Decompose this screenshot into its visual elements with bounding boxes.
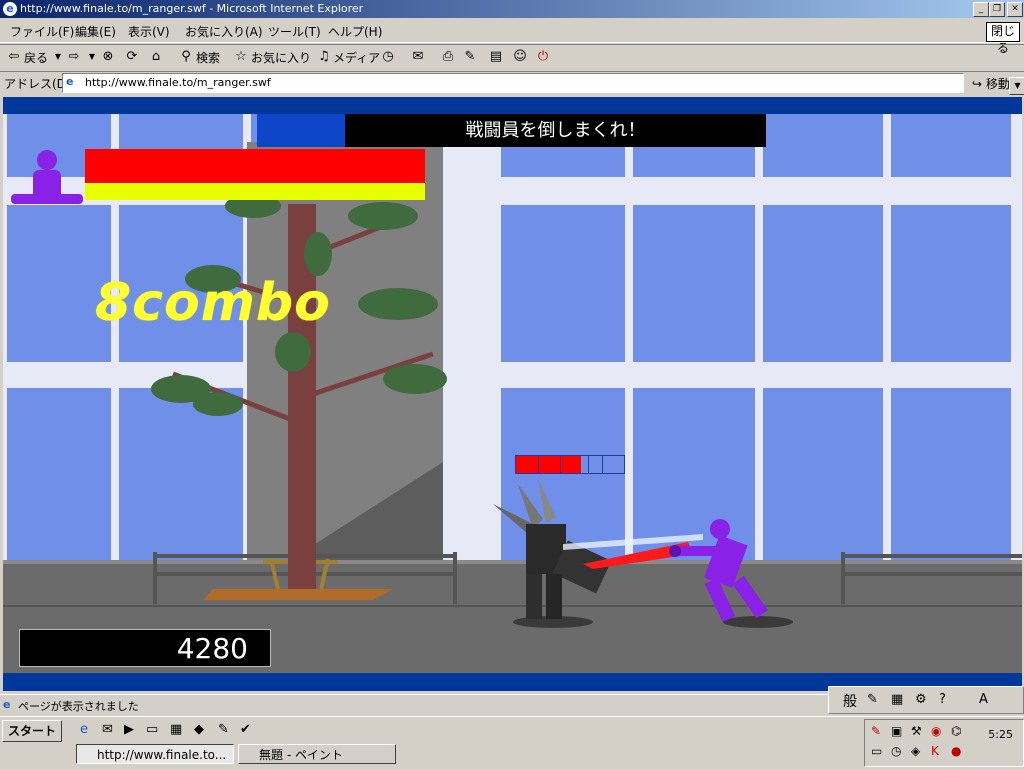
messenger-icon[interactable]: ☺ [512,49,528,65]
menu-file[interactable]: ファイル(F) [10,23,74,40]
address-text: http://www.finale.to/m_ranger.swf [85,76,271,89]
ime-pen-icon[interactable]: ✎ [867,692,878,707]
close-label-button[interactable]: 閉じる [986,22,1020,55]
favorites-button[interactable]: お気に入り [251,49,311,66]
back-arrow-icon: ⇦ [8,49,20,64]
game-area[interactable]: 戦闘員を倒しまくれ！ 8combo 4280 [3,97,1022,691]
power-icon[interactable]: ⏻ [535,49,551,65]
ime-help-icon[interactable]: ? [939,692,946,707]
tray-k-icon[interactable]: K [931,744,939,758]
refresh-icon[interactable]: ⟳ [124,49,140,65]
menu-view[interactable]: 表示(V) [128,23,170,40]
tree [151,194,447,600]
back-button[interactable]: 戻る [24,49,48,66]
player-health-bar [85,149,425,183]
tray-alert-icon[interactable]: ● [951,744,961,758]
media-button[interactable]: メディア [333,49,380,66]
ime-dictionary-icon[interactable]: ▦ [891,692,903,707]
search-icon: ⚲ [181,49,191,64]
title-bar: e http://www.finale.to/m_ranger.swf - Mi… [0,0,1024,18]
enemy-health-fill [516,456,581,473]
menu-edit[interactable]: 編集(E) [75,23,116,40]
close-window-button[interactable]: ✕ [1007,2,1023,17]
taskbar: スタート e ✉ ▶ ▭ ▦ ◆ ✎ ✔ http://www.finale.t… [0,716,1024,769]
system-tray: ✎ ▣ ⚒ ◉ ⌬ ▭ ◷ ◈ K ● 5:25 [864,719,1024,767]
menu-favorites[interactable]: お気に入り(A) [185,23,263,40]
address-label: アドレス(D) [4,77,71,91]
combo-counter: 8combo [95,273,331,333]
score-panel: 4280 [19,629,271,667]
restore-button[interactable]: ❐ [989,2,1005,17]
history-icon[interactable]: ◷ [380,49,396,65]
ime-tool-icon[interactable]: ⚙ [915,692,927,707]
forward-dropdown-icon[interactable]: ▼ [84,49,100,65]
score-value: 4280 [176,632,248,665]
player-avatar [11,150,83,204]
ime-mode[interactable]: 般 [843,691,857,711]
menu-help[interactable]: ヘルプ(H) [328,23,382,40]
clock: 5:25 [988,728,1013,741]
ie-icon: e [3,2,17,16]
minimize-button[interactable]: _ [973,2,989,17]
banner-accent [257,114,345,147]
edit-icon[interactable]: ✎ [462,49,478,65]
favorites-icon: ☆ [235,49,247,64]
tray-shield-icon[interactable]: ◈ [911,744,920,758]
purple-ranger [563,519,793,628]
address-input[interactable]: e http://www.finale.to/m_ranger.swf ▼ [62,73,1024,95]
start-button[interactable]: スタート [2,720,62,742]
mail-icon[interactable]: ✉ [410,49,426,65]
task-ie[interactable]: http://www.finale.to... [76,744,234,764]
quicklaunch-ie-icon[interactable]: e [80,722,88,737]
toolbar: ⇦ 戻る ▼ ⇨ ▼ ⊗ ⟳ ⌂ ⚲ 検索 ☆ お気に入り ♫ メディア ◷ ✉… [0,44,1024,72]
ime-caps-icon[interactable]: A [979,692,988,707]
forward-arrow-icon[interactable]: ⇨ [66,49,82,65]
window-title: http://www.finale.to/m_ranger.swf - Micr… [20,2,364,15]
quicklaunch-check-icon[interactable]: ✔ [240,722,251,737]
home-icon[interactable]: ⌂ [148,49,164,65]
player-special-bar [85,183,425,200]
quicklaunch-outlook-icon[interactable]: ✉ [102,722,113,737]
go-arrow-icon: ↪ [972,77,983,91]
search-button[interactable]: 検索 [196,49,220,66]
address-dropdown-icon[interactable]: ▼ [1009,77,1024,95]
tray-save-icon[interactable]: ▣ [891,724,902,738]
print-icon[interactable]: ⎙ [440,49,456,65]
page-icon: e [66,75,74,88]
task-paint[interactable]: 無題 - ペイント [238,744,396,764]
menu-tools[interactable]: ツール(T) [268,23,321,40]
quicklaunch-media-icon[interactable]: ▶ [124,722,134,737]
go-label: 移動 [985,77,1010,91]
quicklaunch-desktop-icon[interactable]: ▭ [146,722,158,737]
status-text: ページが表示されました [18,700,139,713]
tray-adobe-icon[interactable]: ◉ [931,724,941,738]
address-bar: アドレス(D) e http://www.finale.to/m_ranger.… [0,71,1024,95]
stop-icon[interactable]: ⊗ [100,49,116,65]
tray-clock-icon[interactable]: ◷ [891,744,901,758]
page-status-icon: e [3,698,11,711]
menu-bar: ファイル(F) 編集(E) 表示(V) お気に入り(A) ツール(T) ヘルプ(… [0,20,1024,43]
tray-network-icon[interactable]: ⌬ [951,724,961,738]
quicklaunch-tool-icon[interactable]: ◆ [194,722,204,737]
discuss-icon[interactable]: ▤ [488,49,504,65]
ime-toolbar[interactable]: 般 ✎ ▦ ⚙ ? A [828,686,1024,714]
tray-pen-icon[interactable]: ✎ [871,724,881,738]
tray-tool-icon[interactable]: ⚒ [911,724,922,738]
tray-monitor-icon[interactable]: ▭ [871,744,882,758]
enemy-health-bar [515,455,625,474]
back-dropdown-icon[interactable]: ▼ [50,49,66,65]
media-icon: ♫ [318,49,330,64]
quicklaunch-app-icon[interactable]: ▦ [170,722,182,737]
go-button[interactable]: ↪ 移動 [972,75,1010,92]
quicklaunch-edit-icon[interactable]: ✎ [218,722,229,737]
mission-banner: 戦闘員を倒しまくれ！ [345,114,766,147]
